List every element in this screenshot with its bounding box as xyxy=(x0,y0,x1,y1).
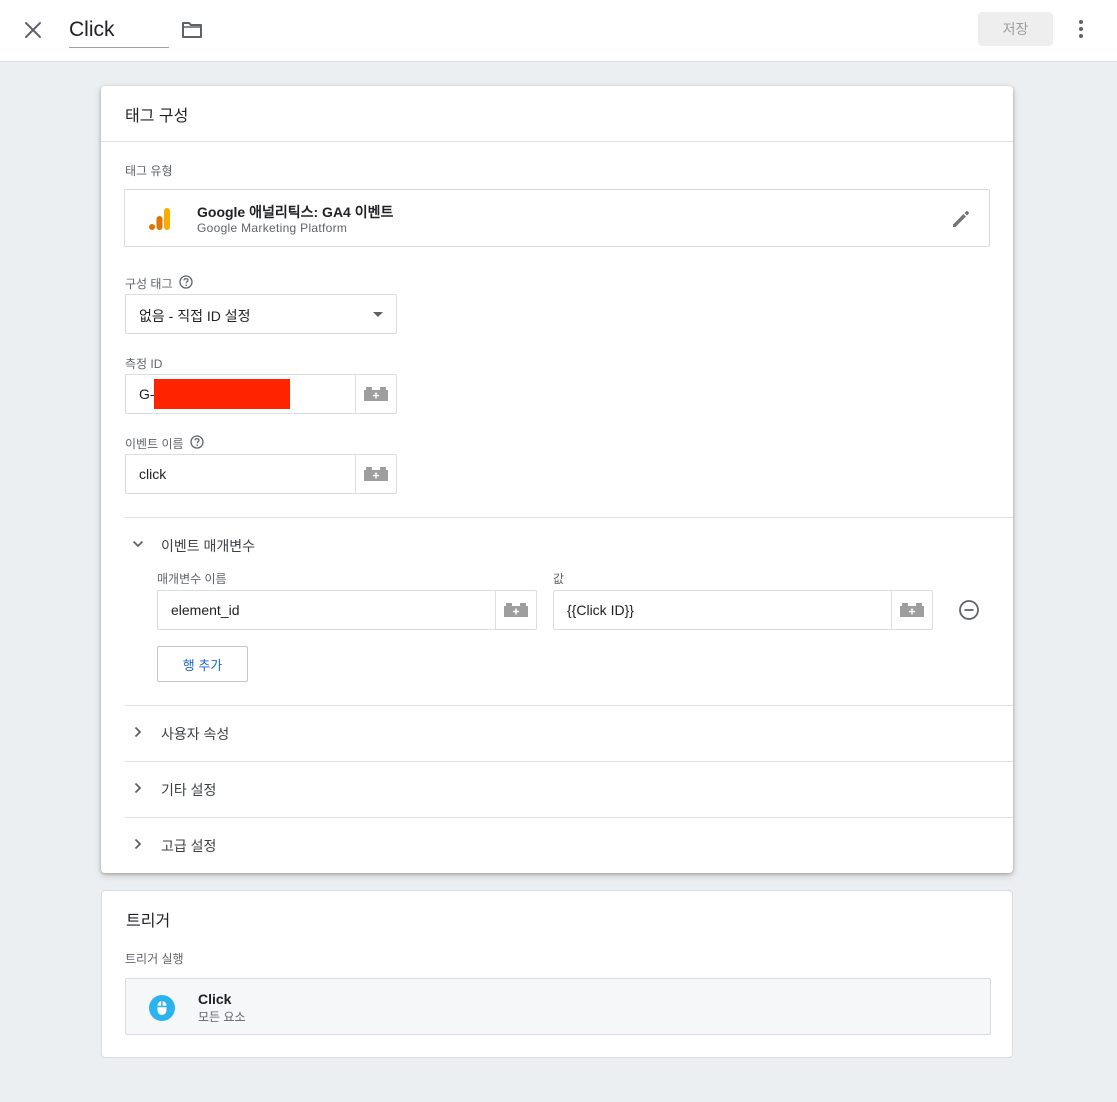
config-tag-label: 구성 태그 xyxy=(125,277,173,291)
remove-row-icon[interactable] xyxy=(958,599,980,621)
tag-type-label: 태그 유형 xyxy=(125,164,173,178)
tag-configuration-card: 태그 구성 태그 유형 Google 애널리틱스: GA4 이벤트 Google… xyxy=(101,86,1013,873)
chevron-right-icon xyxy=(134,838,142,850)
divider xyxy=(101,141,1013,142)
measurement-id-value: G- xyxy=(139,386,155,402)
card-title: 트리거 xyxy=(126,913,171,930)
card-title: 태그 구성 xyxy=(125,108,189,125)
folder-icon xyxy=(182,22,202,38)
insert-variable-button[interactable] xyxy=(495,591,536,629)
redacted-id-block xyxy=(154,379,290,409)
event-name-label: 이벤트 이름 xyxy=(125,437,184,451)
event-name-value: click xyxy=(139,466,167,482)
param-name-input[interactable]: element_id xyxy=(157,590,537,630)
measurement-id-input[interactable]: G- xyxy=(125,374,397,414)
help-icon[interactable] xyxy=(190,435,204,449)
param-name-value: element_id xyxy=(171,602,240,618)
more-vert-icon xyxy=(1079,20,1083,24)
param-value-value: {{Click ID}} xyxy=(567,602,634,618)
chevron-down-icon xyxy=(132,540,144,548)
add-row-button[interactable]: 행 추가 xyxy=(157,646,248,682)
chevron-right-icon xyxy=(134,782,142,794)
measurement-id-label: 측정 ID xyxy=(125,357,163,371)
insert-variable-button[interactable] xyxy=(355,455,396,493)
tag-type-selector[interactable]: Google 애널리틱스: GA4 이벤트 Google Marketing P… xyxy=(124,189,990,247)
event-parameters-label: 이벤트 매개변수 xyxy=(161,538,256,554)
insert-variable-button[interactable] xyxy=(891,591,932,629)
other-settings-section-toggle[interactable]: 기타 설정 xyxy=(125,761,1013,817)
variable-brick-icon xyxy=(504,603,528,617)
config-tag-select[interactable]: 없음 - 직접 ID 설정 xyxy=(125,294,397,334)
param-name-column-label: 매개변수 이름 xyxy=(157,572,227,586)
trigger-item[interactable]: Click 모든 요소 xyxy=(125,978,991,1035)
firing-triggers-label: 트리거 실행 xyxy=(125,952,184,966)
section-label: 고급 설정 xyxy=(161,838,217,854)
save-button[interactable]: 저장 xyxy=(978,12,1053,46)
section-label: 사용자 속성 xyxy=(161,726,230,742)
edit-pencil-icon[interactable] xyxy=(951,209,971,229)
param-value-column-label: 값 xyxy=(553,572,565,586)
trigger-card: 트리거 트리거 실행 Click 모든 요소 xyxy=(101,890,1013,1058)
event-name-input[interactable]: click xyxy=(125,454,397,494)
tag-type-provider: Google Marketing Platform xyxy=(197,221,348,235)
top-bar: Click 저장 xyxy=(0,0,1117,62)
variable-brick-icon xyxy=(364,387,388,401)
trigger-name: Click xyxy=(198,991,232,1007)
param-value-input[interactable]: {{Click ID}} xyxy=(553,590,933,630)
event-parameters-section-toggle[interactable]: 이벤트 매개변수 xyxy=(125,517,1013,573)
user-properties-section-toggle[interactable]: 사용자 속성 xyxy=(125,705,1013,761)
close-button[interactable] xyxy=(20,17,46,43)
more-options-button[interactable] xyxy=(1069,17,1093,41)
variable-brick-icon xyxy=(900,603,924,617)
advanced-settings-section-toggle[interactable]: 고급 설정 xyxy=(125,817,1013,873)
tag-name-input[interactable]: Click xyxy=(69,14,169,48)
chevron-right-icon xyxy=(134,726,142,738)
help-icon[interactable] xyxy=(179,275,193,289)
variable-brick-icon xyxy=(364,467,388,481)
tag-type-name: Google 애널리틱스: GA4 이벤트 xyxy=(197,204,394,220)
mouse-click-icon xyxy=(149,995,175,1021)
insert-variable-button[interactable] xyxy=(355,375,396,413)
trigger-description: 모든 요소 xyxy=(198,1010,246,1024)
close-icon xyxy=(25,22,41,38)
config-tag-value: 없음 - 직접 ID 설정 xyxy=(139,308,251,324)
folder-button[interactable] xyxy=(181,20,205,42)
google-analytics-icon xyxy=(149,208,170,230)
dropdown-arrow-icon xyxy=(373,312,383,317)
section-label: 기타 설정 xyxy=(161,782,217,798)
